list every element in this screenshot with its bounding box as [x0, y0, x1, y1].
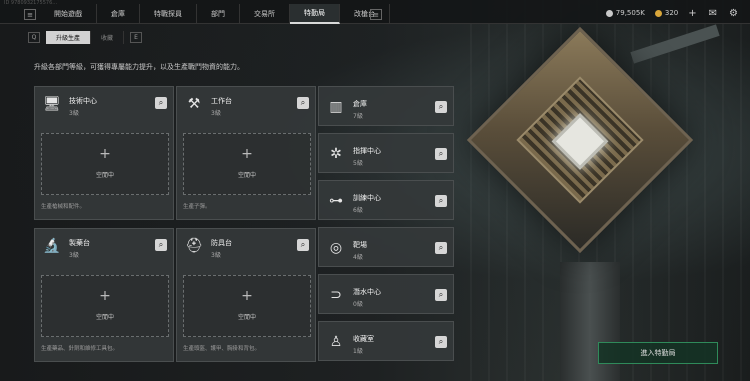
card-level: 6級: [353, 207, 363, 214]
card-level: 3級: [211, 110, 221, 117]
computer-icon: 🖥: [43, 96, 61, 112]
enter-special-ops-button[interactable]: 進入特勤局: [598, 342, 718, 364]
idle-label: 空閒中: [237, 172, 256, 179]
sub-next-key[interactable]: E: [130, 32, 143, 43]
sub-navigation: Q 升級生產 收藏 E: [28, 31, 148, 44]
premium-amount: 320: [664, 9, 679, 17]
tools-icon: ⚒: [187, 96, 201, 112]
card-title: 技術中心: [69, 97, 97, 105]
tab-start-game[interactable]: 開始遊戲: [40, 4, 97, 24]
production-slot[interactable]: + 空閒中: [183, 133, 311, 195]
dept-card-pharmacy[interactable]: 🔬 製藥台 3級 ⌕ + 空閒中 生產藥品、針劑和維修工具包。: [34, 228, 174, 362]
card-level: 3級: [69, 252, 79, 259]
card-description: 生產子彈。: [183, 204, 211, 210]
next-tab-key[interactable]: ≡: [370, 9, 382, 20]
search-icon[interactable]: ⌕: [155, 97, 167, 109]
dept-card-workbench[interactable]: ⚒ 工作台 3級 ⌕ + 空閒中 生產子彈。: [176, 86, 316, 220]
tab-warehouse[interactable]: 倉庫: [97, 4, 140, 24]
card-title: 潛水中心: [353, 288, 381, 296]
card-level: 4級: [353, 254, 363, 261]
card-description: 生產頭盔、護甲、胸掛和背包。: [183, 346, 261, 352]
plus-icon: +: [241, 288, 253, 304]
subtab-collection[interactable]: 收藏: [91, 31, 125, 44]
idle-label: 空閒中: [95, 314, 114, 321]
settings-icon[interactable]: ⚙: [729, 8, 738, 19]
cube-shaft: [516, 76, 644, 204]
card-title: 工作台: [211, 97, 232, 105]
target-icon: ◎: [329, 240, 343, 256]
card-level: 5級: [353, 160, 363, 167]
card-level: 3級: [69, 110, 79, 117]
mail-icon[interactable]: ✉: [709, 8, 717, 19]
tab-gunsmith[interactable]: 改槍台: [340, 4, 390, 24]
main-tabs: 開始遊戲 倉庫 特戰探員 部門 交易所 特勤局 改槍台: [40, 4, 390, 24]
card-level: 1級: [353, 348, 363, 355]
collection-icon: ♙: [329, 334, 343, 350]
coin-amount: 79,505K: [615, 9, 645, 17]
search-icon[interactable]: ⌕: [435, 336, 447, 348]
dept-card-training-center[interactable]: ⊶ 訓練中心 6級 ⌕: [318, 180, 454, 220]
card-title: 製藥台: [69, 239, 90, 247]
plus-icon: +: [99, 288, 111, 304]
card-title: 收藏室: [353, 335, 374, 343]
card-title: 靶場: [353, 241, 367, 249]
dept-card-tech-center[interactable]: 🖥 技術中心 3級 ⌕ + 空閒中 生產槍械和配件。: [34, 86, 174, 220]
tab-exchange[interactable]: 交易所: [240, 4, 290, 24]
top-navigation-bar: ID 9780932175576... ≡ 開始遊戲 倉庫 特戰探員 部門 交易…: [0, 0, 750, 24]
dept-card-armor-bench[interactable]: ⛑ 防具台 3級 ⌕ + 空閒中 生產頭盔、護甲、胸掛和背包。: [176, 228, 316, 362]
dept-card-warehouse[interactable]: ▥ 倉庫 7級 ⌕: [318, 86, 454, 126]
currency-coins[interactable]: 79,505K: [605, 9, 645, 17]
card-level: 0級: [353, 301, 363, 308]
diving-icon: ⊃: [330, 287, 342, 303]
search-icon[interactable]: ⌕: [155, 239, 167, 251]
warehouse-icon: ▥: [329, 99, 343, 115]
dept-card-diving-center[interactable]: ⊃ 潛水中心 0級 ⌕: [318, 274, 454, 314]
plus-icon: +: [99, 146, 111, 162]
search-icon[interactable]: ⌕: [435, 101, 447, 113]
card-title: 指揮中心: [353, 147, 381, 155]
dept-card-command-center[interactable]: ✲ 指揮中心 5級 ⌕: [318, 133, 454, 173]
subtab-upgrade-production[interactable]: 升級生產: [46, 31, 92, 44]
currency-premium[interactable]: 320: [654, 9, 679, 17]
search-icon[interactable]: ⌕: [435, 289, 447, 301]
sub-prev-key[interactable]: Q: [28, 32, 40, 43]
plus-icon: +: [241, 146, 253, 162]
tab-departments[interactable]: 部門: [197, 4, 240, 24]
microscope-icon: 🔬: [43, 238, 61, 254]
command-icon: ✲: [330, 146, 342, 162]
search-icon[interactable]: ⌕: [435, 195, 447, 207]
production-slot[interactable]: + 空閒中: [183, 275, 311, 337]
card-title: 倉庫: [353, 100, 367, 108]
tab-special-ops[interactable]: 特勤局: [290, 4, 340, 24]
tab-operators[interactable]: 特戰探員: [140, 4, 197, 24]
production-slot[interactable]: + 空閒中: [41, 133, 169, 195]
card-title: 防具台: [211, 239, 232, 247]
card-level: 7級: [353, 113, 363, 120]
idle-label: 空閒中: [237, 314, 256, 321]
page-description: 升級各部門等級，可獲得專屬能力提升，以及生產戰鬥物資的能力。: [34, 63, 244, 71]
search-icon[interactable]: ⌕: [435, 148, 447, 160]
card-description: 生產藥品、針劑和維修工具包。: [41, 346, 119, 352]
armor-icon: ⛑: [185, 238, 203, 254]
coin-icon: [605, 9, 613, 17]
currency-area: 79,505K 320 + ✉ ⚙: [605, 4, 750, 22]
dumbbell-icon: ⊶: [329, 193, 343, 209]
prev-tab-key[interactable]: ≡: [24, 9, 36, 20]
dept-card-collection-room[interactable]: ♙ 收藏室 1級 ⌕: [318, 321, 454, 361]
cube-core: [551, 113, 609, 170]
card-level: 3級: [211, 252, 221, 259]
card-description: 生產槍械和配件。: [41, 204, 86, 210]
production-slot[interactable]: + 空閒中: [41, 275, 169, 337]
card-title: 訓練中心: [353, 194, 381, 202]
search-icon[interactable]: ⌕: [435, 242, 447, 254]
premium-coin-icon: [654, 9, 662, 17]
search-icon[interactable]: ⌕: [297, 239, 309, 251]
idle-label: 空閒中: [95, 172, 114, 179]
dept-card-shooting-range[interactable]: ◎ 靶場 4級 ⌕: [318, 227, 454, 267]
add-currency-icon[interactable]: +: [688, 8, 696, 19]
search-icon[interactable]: ⌕: [297, 97, 309, 109]
